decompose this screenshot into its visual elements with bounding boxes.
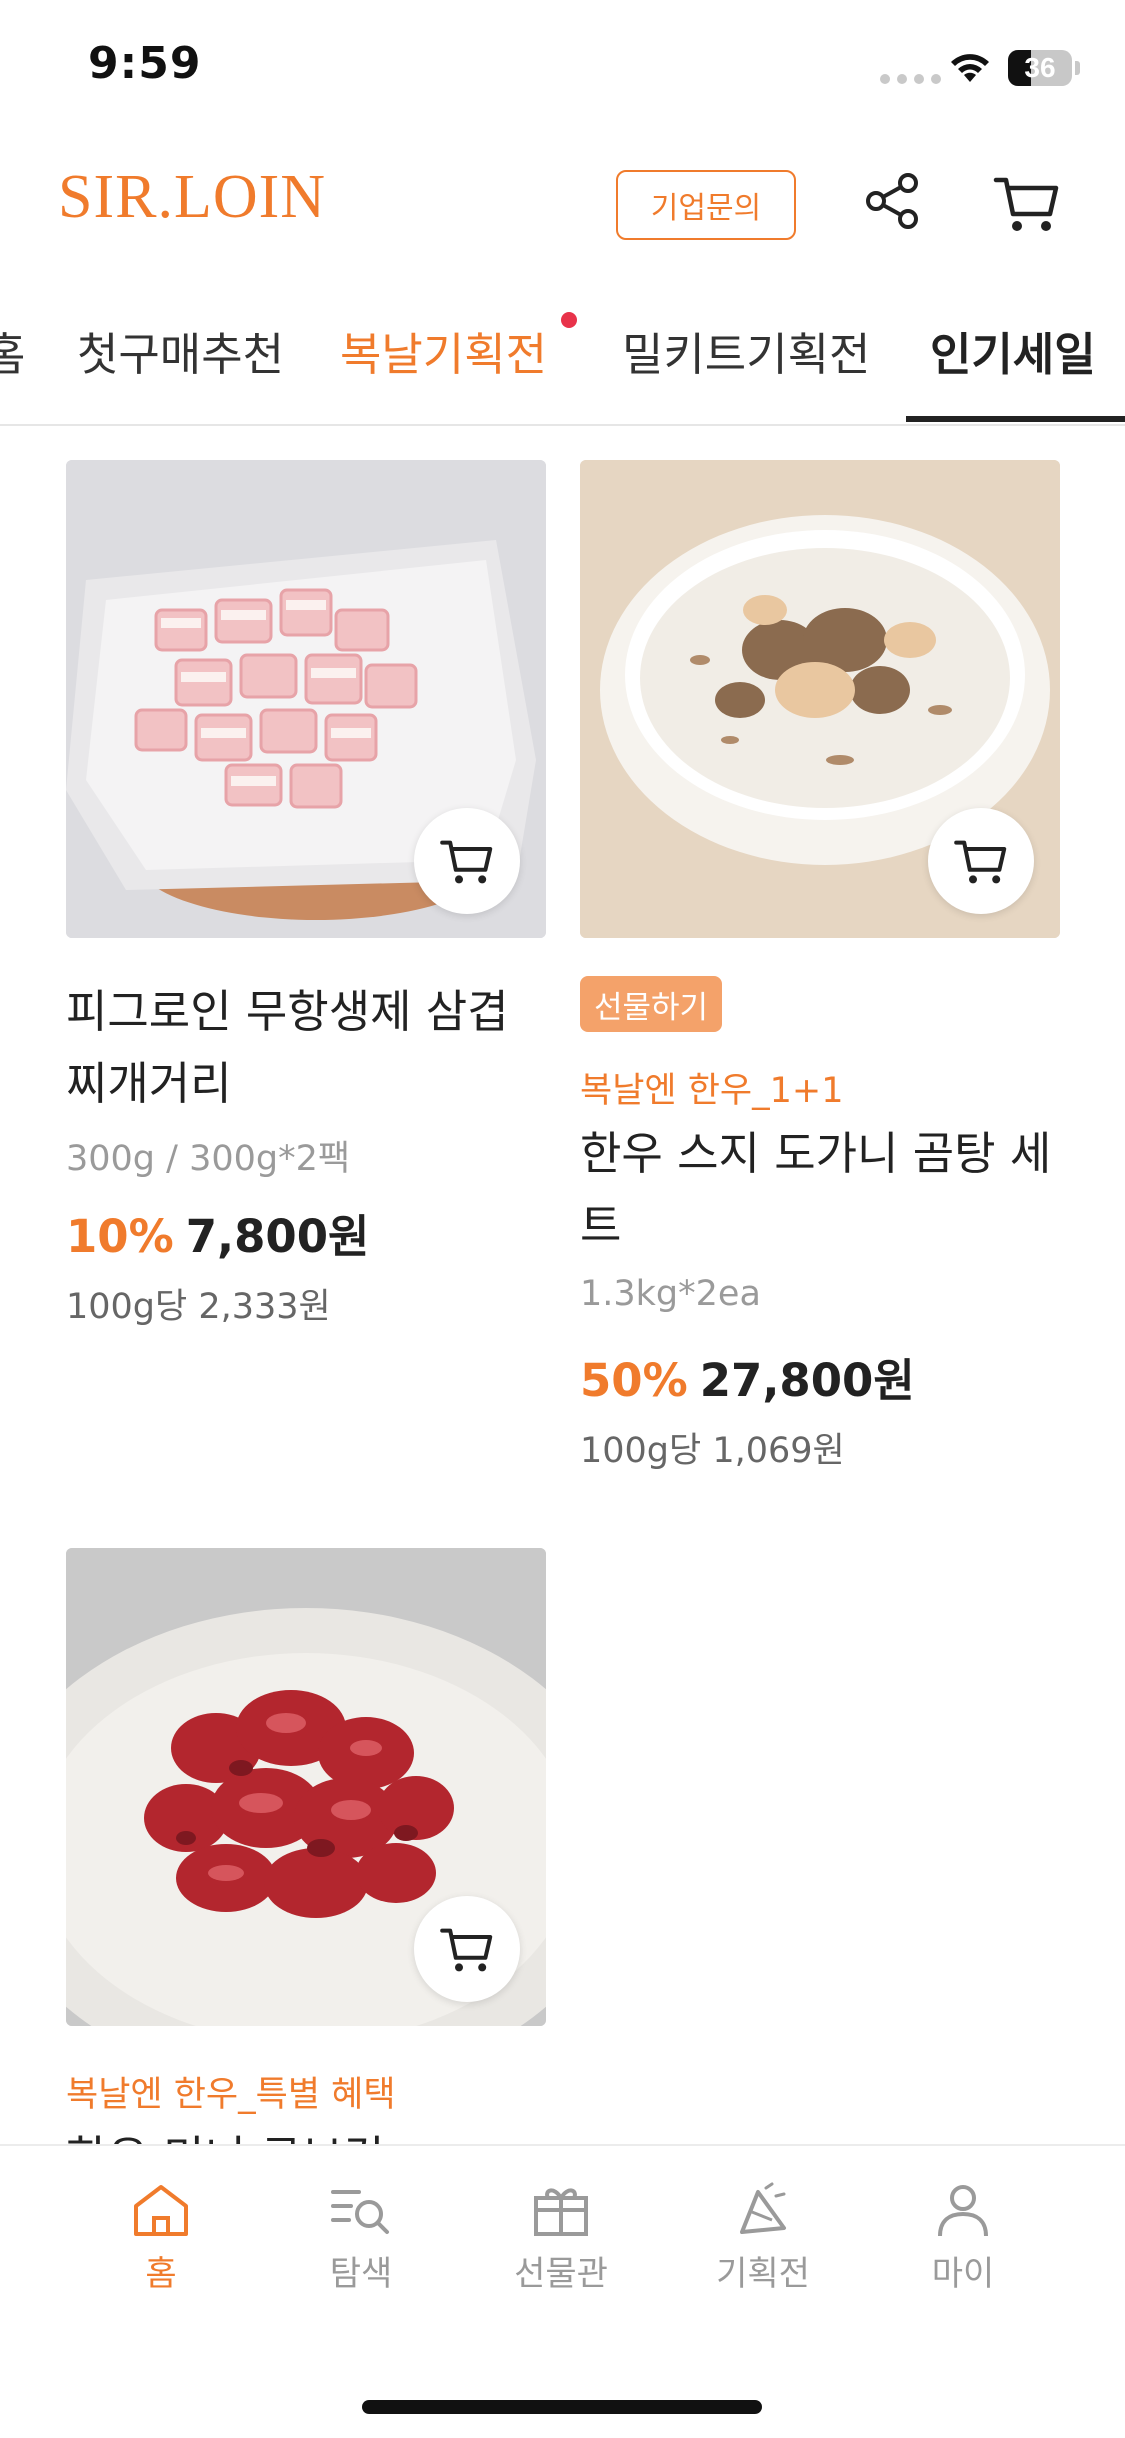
nav-label: 기획전 bbox=[716, 2254, 810, 2294]
price-row: 50% 27,800원 bbox=[580, 1344, 915, 1409]
bottom-navigation: 홈 탐색 선물관 기획전 마이 bbox=[0, 2144, 1125, 2438]
discount-rate: 10% bbox=[66, 1210, 174, 1263]
product-image[interactable] bbox=[66, 460, 546, 938]
tab-selected-indicator bbox=[906, 416, 1125, 422]
gift-badge: 선물하기 bbox=[580, 976, 723, 1032]
cart-icon bbox=[440, 840, 493, 884]
battery-tip bbox=[1075, 61, 1080, 75]
product-image[interactable] bbox=[580, 460, 1060, 938]
wifi-icon bbox=[951, 54, 989, 82]
home-icon bbox=[134, 2185, 188, 2236]
category-tabs: 홈 첫구매추천 복날기획전 밀키트기획전 인기세일 bbox=[0, 300, 1125, 426]
promo-label: 복날엔 한우_1+1 bbox=[580, 1071, 844, 1111]
brand-logo[interactable]: SIR.LOIN bbox=[58, 162, 326, 233]
add-to-cart-button[interactable] bbox=[414, 808, 520, 914]
product-option: 300g / 300g*2팩 bbox=[66, 1139, 351, 1179]
status-time: 9:59 bbox=[88, 38, 202, 89]
product-title-line2[interactable]: 트 bbox=[580, 1190, 621, 1262]
unit-price: 100g당 2,333원 bbox=[66, 1287, 331, 1327]
gift-icon bbox=[534, 2188, 588, 2236]
battery-level: 36 bbox=[1024, 52, 1056, 83]
product-option: 1.3kg*2ea bbox=[580, 1274, 761, 1314]
unit-price: 100g당 1,069원 bbox=[580, 1431, 845, 1471]
tab-popular-sale[interactable]: 인기세일 bbox=[930, 318, 1096, 383]
nav-label: 홈 bbox=[145, 2254, 177, 2294]
product-title[interactable]: 피그로인 무항생제 삼겹 bbox=[66, 976, 509, 1048]
product-title-line2[interactable]: 찌개거리 bbox=[66, 1048, 232, 1120]
signal-icon bbox=[880, 74, 941, 84]
product-image[interactable] bbox=[66, 1548, 546, 2026]
nav-explore[interactable]: 탐색 bbox=[286, 2182, 436, 2295]
cart-icon bbox=[440, 1928, 493, 1972]
tab-home[interactable]: 홈 bbox=[0, 318, 25, 383]
product-title[interactable]: 한우 스지 도가니 곰탕 세 bbox=[580, 1118, 1051, 1190]
share-icon[interactable] bbox=[862, 170, 924, 232]
sale-price: 27,800원 bbox=[699, 1354, 915, 1407]
sale-price: 7,800원 bbox=[185, 1210, 370, 1263]
cart-icon[interactable] bbox=[992, 172, 1062, 234]
tab-boknal-special[interactable]: 복날기획전 bbox=[340, 318, 547, 383]
add-to-cart-button[interactable] bbox=[414, 1896, 520, 2002]
battery-icon: 36 bbox=[1008, 50, 1072, 86]
business-inquiry-button[interactable]: 기업문의 bbox=[616, 170, 796, 240]
home-indicator bbox=[362, 2400, 762, 2414]
nav-label: 마이 bbox=[931, 2254, 995, 2294]
nav-label: 탐색 bbox=[329, 2254, 393, 2294]
nav-label: 선물관 bbox=[514, 2254, 608, 2294]
promo-label: 복날엔 한우_특별 혜택 bbox=[66, 2075, 396, 2115]
nav-my[interactable]: 마이 bbox=[888, 2182, 1038, 2295]
price-row: 10% 7,800원 bbox=[66, 1200, 369, 1265]
nav-gift-shop[interactable]: 선물관 bbox=[486, 2182, 636, 2295]
nav-home[interactable]: 홈 bbox=[86, 2182, 236, 2295]
discount-rate: 50% bbox=[580, 1354, 688, 1407]
cart-icon bbox=[954, 840, 1007, 884]
party-icon bbox=[740, 2182, 786, 2234]
person-icon bbox=[938, 2185, 988, 2237]
nav-special[interactable]: 기획전 bbox=[688, 2182, 838, 2295]
new-badge-dot bbox=[561, 312, 577, 328]
add-to-cart-button[interactable] bbox=[928, 808, 1034, 914]
tab-mealkit-special[interactable]: 밀키트기획전 bbox=[622, 318, 870, 383]
search-list-icon bbox=[331, 2190, 389, 2234]
tab-first-purchase[interactable]: 첫구매추천 bbox=[77, 318, 284, 383]
